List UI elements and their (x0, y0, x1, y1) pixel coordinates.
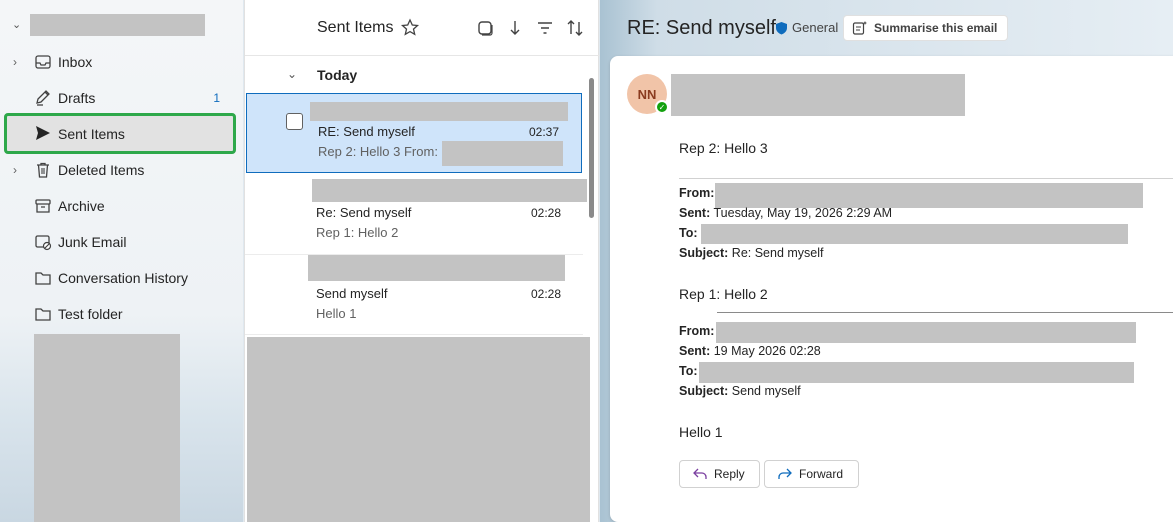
reply-button[interactable]: Reply (679, 460, 760, 488)
list-item[interactable]: RE: Send myself 02:37 Rep 2: Hello 3 Fro… (246, 93, 582, 173)
folder-label: Conversation History (58, 270, 188, 286)
mail-time: 02:37 (528, 125, 559, 139)
chevron-down-icon[interactable]: ⌄ (12, 18, 21, 31)
account-header[interactable]: ⌄ (0, 12, 243, 40)
filter-icon[interactable] (535, 18, 555, 38)
reply-icon (693, 468, 707, 479)
reading-pane: RE: Send myself General Summarise this e… (600, 0, 1173, 522)
sent-line: Sent: Tuesday, May 19, 2026 2:29 AM (679, 206, 893, 220)
subject-line: Subject: Re: Send myself (679, 246, 824, 260)
sensitivity-text: General (792, 20, 839, 35)
folder-label: Drafts (58, 90, 96, 106)
redacted-sender (310, 102, 568, 121)
folder-conversation-history[interactable]: Conversation History (4, 260, 236, 296)
folder-pane: ⌄ › Inbox Drafts 1 Sent Items › Deleted … (0, 0, 243, 522)
mail-preview: Hello 1 (316, 306, 357, 321)
mail-time: 02:28 (530, 206, 561, 220)
folder-junk-email[interactable]: Junk Email (4, 224, 236, 260)
folder-label: Deleted Items (58, 162, 145, 178)
junk-mail-icon (35, 235, 52, 251)
folder-inbox[interactable]: › Inbox (4, 44, 236, 80)
from-line: From: (679, 324, 715, 338)
send-icon (36, 126, 50, 140)
shield-icon (776, 21, 787, 34)
list-scrollbar[interactable] (589, 78, 594, 218)
to-line: To: (679, 226, 698, 240)
list-item[interactable]: Re: Send myself 02:28 Rep 1: Hello 2 (245, 175, 587, 255)
email-card: NN ✓ Rep 2: Hello 3 From: Sent: Tuesday,… (610, 56, 1173, 522)
list-header: Sent Items (245, 0, 600, 56)
group-header-today[interactable]: ⌄ Today (245, 58, 590, 92)
folder-sent-items[interactable]: Sent Items (4, 113, 236, 154)
trash-icon (37, 162, 49, 178)
mail-preview: Rep 1: Hello 2 (316, 225, 399, 240)
chevron-right-icon[interactable]: › (13, 55, 17, 69)
folder-label: Archive (58, 198, 105, 214)
message-list-pane: Sent Items ⌄ Today RE: Send myself 02:37… (244, 0, 600, 522)
folder-drafts[interactable]: Drafts 1 (4, 80, 236, 116)
chevron-down-icon[interactable]: ⌄ (287, 67, 297, 81)
redacted-to (699, 362, 1134, 383)
folder-archive[interactable]: Archive (4, 188, 236, 224)
mail-time: 02:28 (530, 287, 561, 301)
presence-available-icon: ✓ (655, 100, 669, 114)
select-icon[interactable] (475, 18, 495, 38)
redacted-sender (671, 74, 965, 116)
body-original: Hello 1 (679, 424, 723, 440)
folder-icon (35, 308, 51, 321)
select-checkbox[interactable] (286, 113, 303, 130)
to-line: To: (679, 364, 698, 378)
redacted-area (34, 334, 180, 522)
folder-label: Test folder (58, 306, 123, 322)
mail-subject: Send myself (316, 286, 388, 301)
forward-button[interactable]: Forward (764, 460, 859, 488)
folder-label: Sent Items (58, 125, 125, 142)
mail-subject: RE: Send myself (318, 124, 415, 139)
summarise-icon (852, 21, 867, 35)
star-icon[interactable] (400, 18, 420, 38)
inbox-icon (35, 55, 51, 69)
redacted-sender (312, 179, 587, 202)
jump-down-icon[interactable] (505, 18, 525, 38)
from-line: From: (679, 186, 715, 200)
summarise-button[interactable]: Summarise this email (843, 15, 1009, 41)
folder-label: Inbox (58, 54, 93, 70)
chevron-right-icon[interactable]: › (13, 163, 17, 177)
mail-preview: Rep 2: Hello 3 From: (318, 144, 438, 159)
redacted-account-name (30, 14, 205, 36)
reply-label: Reply (714, 467, 745, 481)
body-reply-1: Rep 1: Hello 2 (679, 286, 768, 302)
unread-count: 1 (213, 91, 220, 105)
subject-line: Subject: Send myself (679, 384, 801, 398)
sensitivity-label[interactable]: General (775, 20, 838, 35)
folder-icon (35, 272, 51, 285)
list-title: Sent Items (317, 19, 394, 36)
folder-label: Junk Email (58, 234, 127, 250)
folder-deleted-items[interactable]: › Deleted Items (4, 152, 236, 188)
archive-icon (35, 199, 51, 213)
sort-icon[interactable] (565, 18, 585, 38)
redacted-sender (308, 255, 565, 281)
group-label: Today (317, 67, 358, 83)
redacted-from (716, 322, 1136, 343)
redacted-to (701, 224, 1128, 244)
forward-icon (778, 468, 792, 479)
redacted-from (715, 183, 1143, 208)
forward-label: Forward (799, 467, 844, 481)
list-item[interactable]: Send myself 02:28 Hello 1 (245, 255, 583, 335)
divider (717, 312, 1173, 313)
body-reply-2: Rep 2: Hello 3 (679, 140, 768, 156)
sent-line: Sent: 19 May 2026 02:28 (679, 344, 821, 358)
email-title: RE: Send myself (627, 17, 776, 39)
summarise-label: Summarise this email (874, 21, 998, 35)
divider (679, 178, 1173, 179)
pencil-icon (36, 90, 50, 106)
redacted-preview (442, 141, 563, 166)
folder-test-folder[interactable]: Test folder (4, 296, 236, 332)
reading-header: RE: Send myself General Summarise this e… (600, 0, 1173, 56)
mail-subject: Re: Send myself (316, 205, 412, 220)
redacted-area (247, 337, 590, 522)
